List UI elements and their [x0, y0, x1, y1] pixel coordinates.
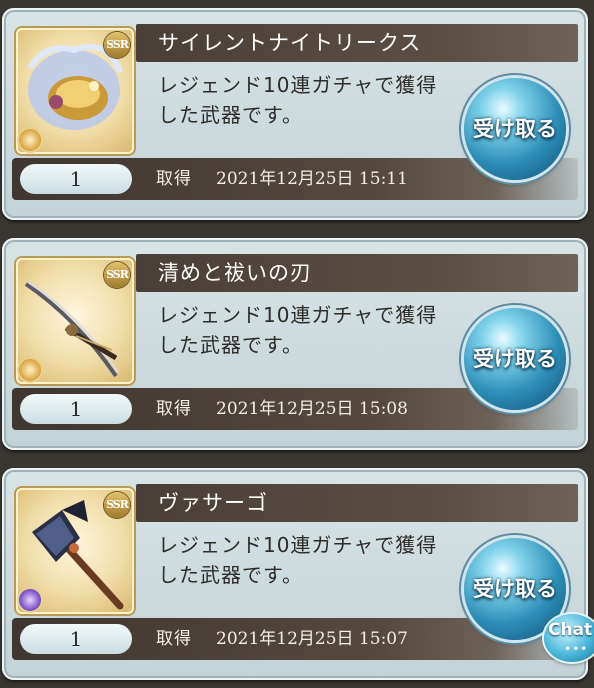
acquired-date: 2021年12月25日 15:11	[216, 169, 408, 189]
claim-button-label: 受け取る	[473, 117, 557, 141]
quantity-field: 1	[20, 394, 132, 424]
acquired-label: 取得	[156, 169, 192, 189]
ssr-rarity-badge: SSR	[104, 492, 130, 518]
claim-button[interactable]: 受け取る	[464, 78, 566, 180]
gift-item-card: SSR ヴァサーゴ レジェンド10連ガチャで獲得した武器です。 1 取得 202…	[2, 468, 588, 680]
item-name: ヴァサーゴ	[158, 491, 268, 515]
item-name-bar: 清めと祓いの刃	[136, 254, 578, 292]
light-element-icon	[19, 359, 41, 381]
dark-element-icon	[19, 589, 41, 611]
item-description: レジェンド10連ガチャで獲得した武器です。	[158, 303, 438, 357]
chat-button[interactable]: Chat •••	[544, 614, 594, 662]
claim-button[interactable]: 受け取る	[464, 308, 566, 410]
item-description: レジェンド10連ガチャで獲得した武器です。	[158, 73, 438, 127]
acquired-date: 2021年12月25日 15:08	[216, 399, 408, 419]
chat-dots-icon: •••	[564, 642, 589, 656]
item-name-bar: ヴァサーゴ	[136, 484, 578, 522]
quantity-field: 1	[20, 624, 132, 654]
acquired-label: 取得	[156, 399, 192, 419]
ssr-rarity-badge: SSR	[104, 262, 130, 288]
gift-item-card: SSR 清めと祓いの刃 レジェンド10連ガチャで獲得した武器です。 1 取得 2…	[2, 238, 588, 450]
item-name: サイレントナイトリークス	[158, 31, 422, 55]
item-name: 清めと祓いの刃	[158, 261, 312, 285]
weapon-thumbnail: SSR	[16, 488, 134, 614]
ssr-rarity-badge: SSR	[104, 32, 130, 58]
claim-button-label: 受け取る	[473, 347, 557, 371]
item-name-bar: サイレントナイトリークス	[136, 24, 578, 62]
quantity-field: 1	[20, 164, 132, 194]
gift-item-card: SSR サイレントナイトリークス レジェンド10連ガチャで獲得した武器です。 1…	[2, 8, 588, 220]
weapon-thumbnail: SSR	[16, 28, 134, 154]
weapon-thumbnail: SSR	[16, 258, 134, 384]
acquired-label: 取得	[156, 629, 192, 649]
acquired-date: 2021年12月25日 15:07	[216, 629, 408, 649]
gift-list: SSR サイレントナイトリークス レジェンド10連ガチャで獲得した武器です。 1…	[0, 0, 594, 688]
item-description: レジェンド10連ガチャで獲得した武器です。	[158, 533, 438, 587]
chat-button-label: Chat	[548, 620, 593, 640]
light-element-icon	[19, 129, 41, 151]
